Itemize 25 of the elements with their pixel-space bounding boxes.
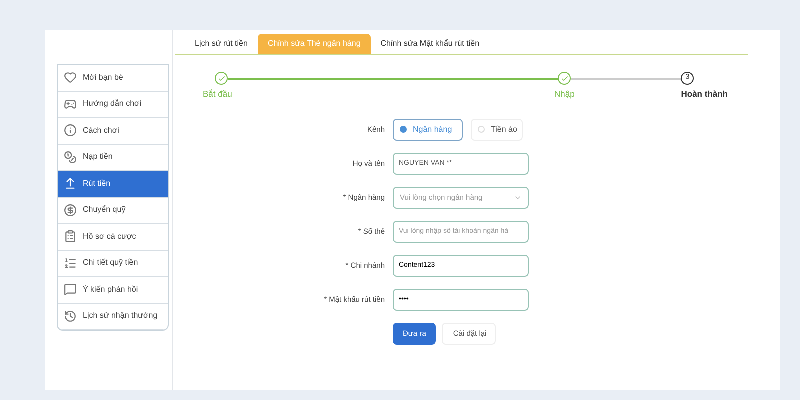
sidebar-item[interactable]: Chi tiết quỹ tiền xyxy=(58,250,168,277)
upload-icon xyxy=(64,177,77,190)
step-label: Hoàn thành xyxy=(681,88,728,101)
coins-icon xyxy=(64,150,77,164)
list-icon xyxy=(64,256,77,270)
sidebar-item[interactable]: Chuyển quỹ xyxy=(58,198,168,224)
radio-option[interactable]: Tiền ảo xyxy=(471,118,523,141)
tab[interactable]: Chỉnh sửa Mật khẩu rút tiền xyxy=(370,34,490,54)
step-label: Bắt đầu xyxy=(203,88,232,101)
step-label: Nhập xyxy=(554,88,575,101)
sidebar-item[interactable]: Hướng dẫn chơi xyxy=(58,92,168,118)
sidebar-item[interactable]: Mời bạn bè xyxy=(58,65,168,92)
history-icon xyxy=(64,310,77,323)
gamepad-icon xyxy=(64,98,77,111)
clipboard-icon xyxy=(64,230,77,244)
tab[interactable]: Lịch sử rút tiền xyxy=(185,34,258,54)
sidebar-item[interactable]: Hồ sơ cá cược xyxy=(58,224,168,250)
heart-icon xyxy=(64,71,77,84)
info-icon xyxy=(64,124,77,138)
dollar-icon xyxy=(64,204,77,217)
sidebar-item[interactable]: Cách chơi xyxy=(58,118,168,144)
sidebar-item[interactable]: Ý kiến phản hồi xyxy=(58,277,168,304)
sidebar-item[interactable]: Lịch sử nhận thưởng xyxy=(58,304,168,330)
message-icon xyxy=(64,283,77,296)
sidebar-item[interactable]: Rút tiền xyxy=(58,171,168,198)
